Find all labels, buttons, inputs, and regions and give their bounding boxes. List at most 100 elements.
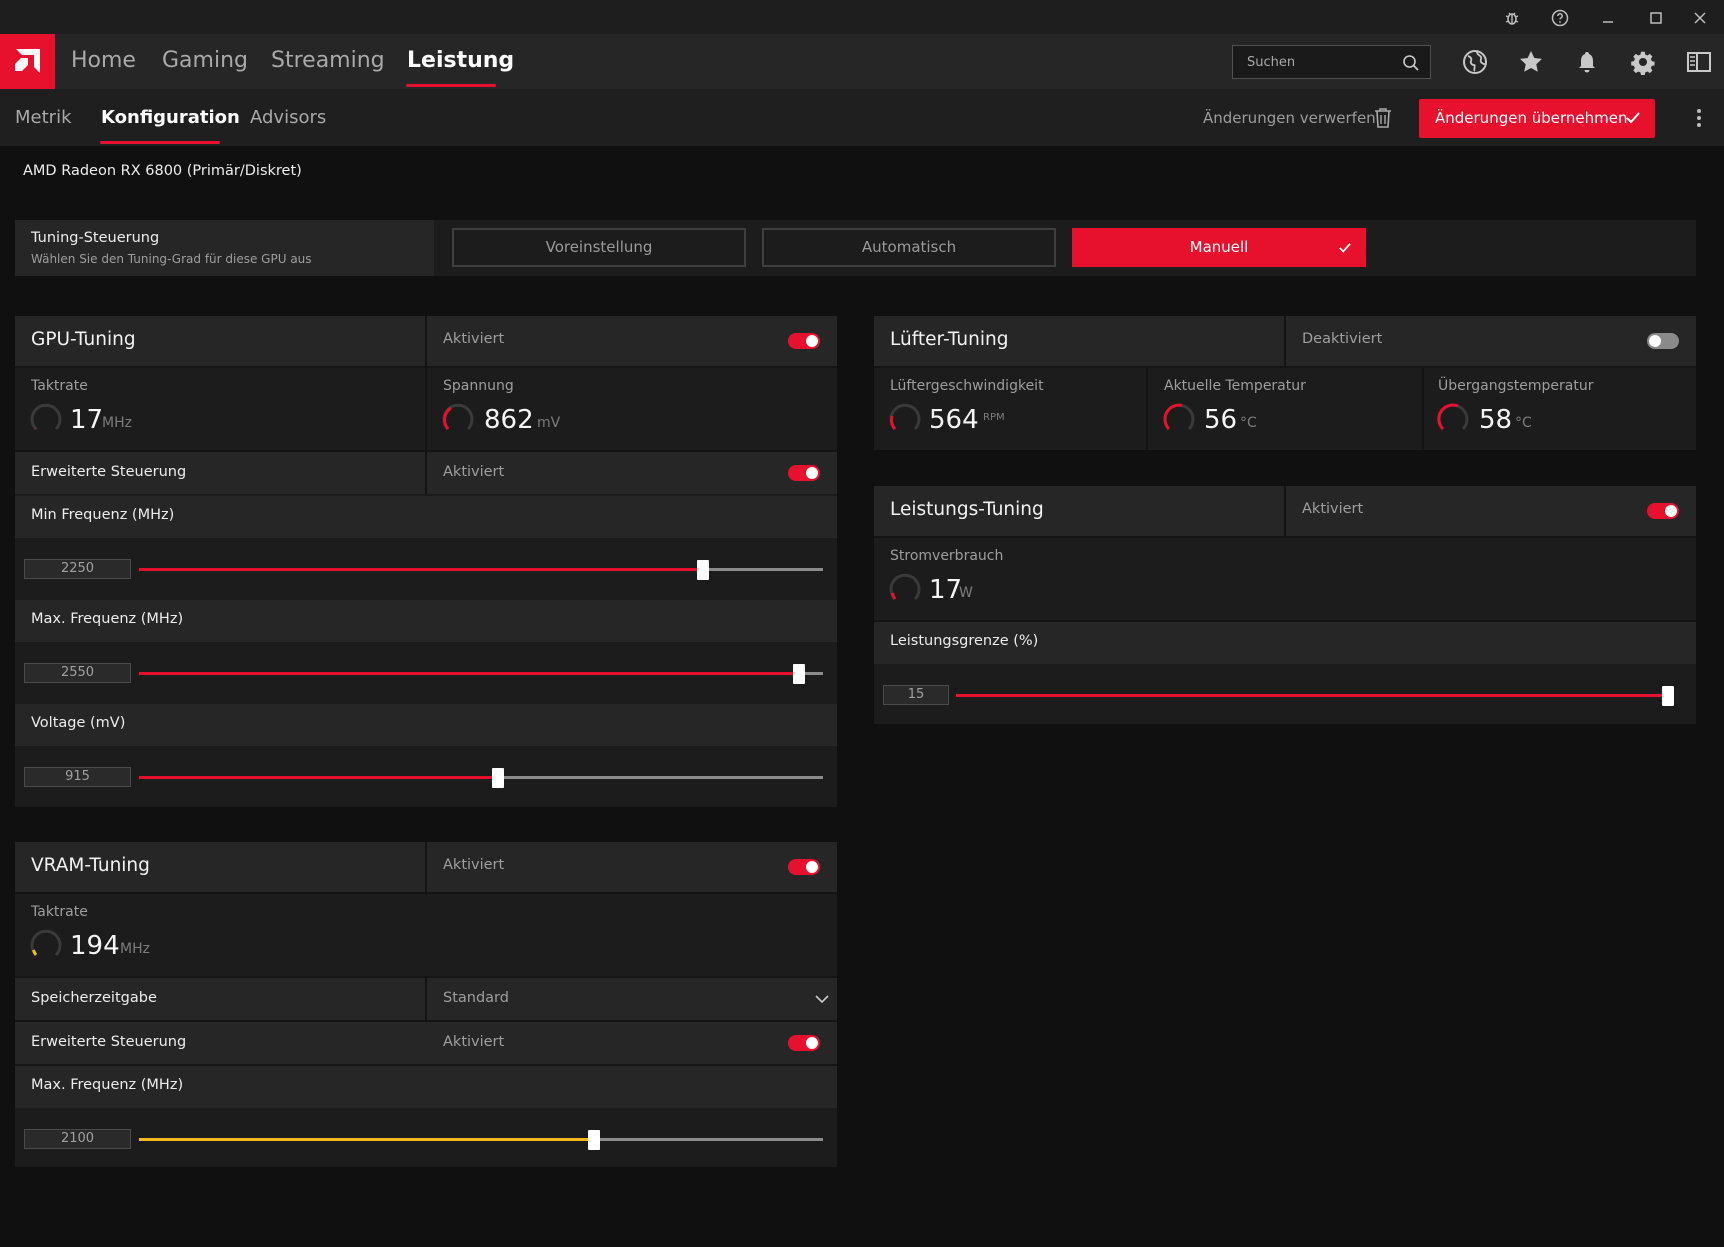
bell-icon[interactable] <box>1569 44 1605 80</box>
globe-icon[interactable] <box>1457 44 1493 80</box>
tuning-option-preset-label: Voreinstellung <box>545 238 653 256</box>
vram-clock-value: 194 <box>70 931 120 961</box>
discard-changes-button[interactable]: Änderungen verwerfen <box>1203 109 1376 127</box>
junction-temperature-label: Übergangstemperatur <box>1438 378 1594 394</box>
gpu-clock-unit: MHz <box>102 415 132 431</box>
tab-konfiguration[interactable]: Konfiguration <box>101 107 240 128</box>
chevron-down-icon <box>815 995 829 1004</box>
power-tuning-title: Leistungs-Tuning <box>890 499 1044 520</box>
nav-item-gaming[interactable]: Gaming <box>162 48 248 73</box>
column-divider <box>425 842 427 892</box>
help-icon[interactable] <box>1536 4 1584 32</box>
search-placeholder: Suchen <box>1247 55 1296 70</box>
nav-item-streaming[interactable]: Streaming <box>271 48 385 73</box>
maximize-icon[interactable] <box>1632 4 1680 32</box>
power-tuning-status: Aktiviert <box>1302 501 1364 517</box>
search-input[interactable]: Suchen <box>1232 45 1431 79</box>
tuning-control-title: Tuning-Steuerung <box>31 230 160 246</box>
more-options-icon[interactable] <box>1695 107 1703 129</box>
tab-advisors[interactable]: Advisors <box>250 107 326 128</box>
sidebar-toggle-icon[interactable] <box>1681 44 1717 80</box>
current-temperature-value: 56 <box>1204 405 1238 435</box>
bug-icon[interactable] <box>1488 4 1536 32</box>
fan-speed-label: Lüftergeschwindigkeit <box>890 378 1044 394</box>
voltage-slider-thumb[interactable] <box>492 768 505 788</box>
amd-logo-icon[interactable] <box>0 34 55 89</box>
nav-item-leistung[interactable]: Leistung <box>407 48 514 73</box>
power-tuning-toggle[interactable] <box>1647 503 1679 519</box>
vram-clock-gauge-icon <box>30 929 62 957</box>
memory-timing-dropdown[interactable]: Standard <box>427 978 837 1020</box>
memory-timing-label: Speicherzeitgabe <box>31 990 157 1006</box>
power-draw-value: 17 <box>929 575 963 605</box>
power-limit-slider-thumb[interactable] <box>1662 686 1674 706</box>
max-frequency-slider[interactable] <box>139 664 823 684</box>
fan-speed-unit: RPM <box>983 412 1005 423</box>
tuning-control-subtitle: Wählen Sie den Tuning-Grad für diese GPU… <box>31 252 312 266</box>
main-navigation: Home Gaming Streaming Leistung Suchen <box>0 34 1724 89</box>
apply-changes-button[interactable]: Änderungen übernehmen <box>1419 99 1655 138</box>
max-frequency-slider-thumb[interactable] <box>793 664 806 684</box>
current-temperature-unit: °C <box>1240 415 1257 431</box>
fan-tuning-toggle[interactable] <box>1647 333 1679 349</box>
vram-clock-label: Taktrate <box>31 904 88 920</box>
title-bar <box>0 0 1724 34</box>
power-draw-label: Stromverbrauch <box>890 548 1004 564</box>
gpu-voltage-label: Spannung <box>443 378 514 394</box>
fan-tuning-title: Lüfter-Tuning <box>890 329 1009 350</box>
gpu-tuning-panel: GPU-Tuning Aktiviert Taktrate 17 MHz Spa… <box>15 316 837 807</box>
vram-advanced-control-toggle[interactable] <box>788 1035 820 1051</box>
close-icon[interactable] <box>1676 4 1724 32</box>
tuning-option-manual-label: Manuell <box>1189 238 1249 256</box>
vram-clock-unit: MHz <box>120 941 150 957</box>
voltage-slider[interactable] <box>139 768 823 788</box>
min-frequency-slider-thumb[interactable] <box>697 560 710 580</box>
gpu-advanced-control-toggle[interactable] <box>788 465 820 481</box>
power-limit-label: Leistungsgrenze (%) <box>890 633 1039 649</box>
power-limit-input[interactable]: 15 <box>883 685 949 705</box>
star-icon[interactable] <box>1513 44 1549 80</box>
vram-advanced-control-label: Erweiterte Steuerung <box>31 1034 187 1050</box>
gpu-device-name: AMD Radeon RX 6800 (Primär/Diskret) <box>23 163 302 179</box>
vram-max-frequency-slider-thumb[interactable] <box>587 1130 600 1150</box>
max-frequency-label: Max. Frequenz (MHz) <box>31 611 184 627</box>
vram-max-frequency-slider[interactable] <box>139 1130 823 1150</box>
row-divider <box>15 892 837 894</box>
voltage-input[interactable]: 915 <box>24 767 131 787</box>
gpu-tuning-title: GPU-Tuning <box>31 329 136 350</box>
min-frequency-slider[interactable] <box>139 560 823 580</box>
column-divider <box>425 452 427 494</box>
junction-temperature-value: 58 <box>1479 405 1513 435</box>
trash-icon[interactable] <box>1374 107 1392 129</box>
gpu-clock-gauge-icon <box>30 403 62 431</box>
gear-icon[interactable] <box>1625 44 1661 80</box>
vram-tuning-panel: VRAM-Tuning Aktiviert Taktrate 194 MHz S… <box>15 842 837 1167</box>
memory-timing-value: Standard <box>443 990 509 1006</box>
column-divider <box>425 316 427 450</box>
column-divider <box>1422 366 1424 450</box>
junction-temperature-gauge-icon <box>1437 403 1469 431</box>
fan-speed-gauge-icon <box>889 403 921 431</box>
power-limit-slider[interactable] <box>956 686 1674 706</box>
nav-item-home[interactable]: Home <box>71 48 136 73</box>
search-icon <box>1403 55 1419 71</box>
tuning-option-automatic[interactable]: Automatisch <box>762 228 1056 267</box>
vram-max-frequency-input[interactable]: 2100 <box>24 1129 131 1149</box>
min-frequency-input[interactable]: 2250 <box>24 559 131 579</box>
fan-speed-value: 564 <box>929 405 979 435</box>
gpu-clock-value: 17 <box>70 405 104 435</box>
vram-max-frequency-label: Max. Frequenz (MHz) <box>31 1077 184 1093</box>
voltage-label: Voltage (mV) <box>31 715 126 731</box>
tuning-option-manual[interactable]: Manuell <box>1072 228 1366 267</box>
gpu-tuning-toggle[interactable] <box>788 333 820 349</box>
tab-metrik[interactable]: Metrik <box>15 107 72 128</box>
vram-tuning-title: VRAM-Tuning <box>31 855 150 876</box>
vram-tuning-toggle[interactable] <box>788 859 820 875</box>
tuning-option-preset[interactable]: Voreinstellung <box>452 228 746 267</box>
vram-advanced-control-status: Aktiviert <box>443 1034 505 1050</box>
minimize-icon[interactable] <box>1584 4 1632 32</box>
max-frequency-input[interactable]: 2550 <box>24 663 131 683</box>
power-draw-gauge-icon <box>889 573 921 601</box>
gpu-clock-label: Taktrate <box>31 378 88 394</box>
fan-tuning-panel: Lüfter-Tuning Deaktiviert Lüftergeschwin… <box>874 316 1696 450</box>
